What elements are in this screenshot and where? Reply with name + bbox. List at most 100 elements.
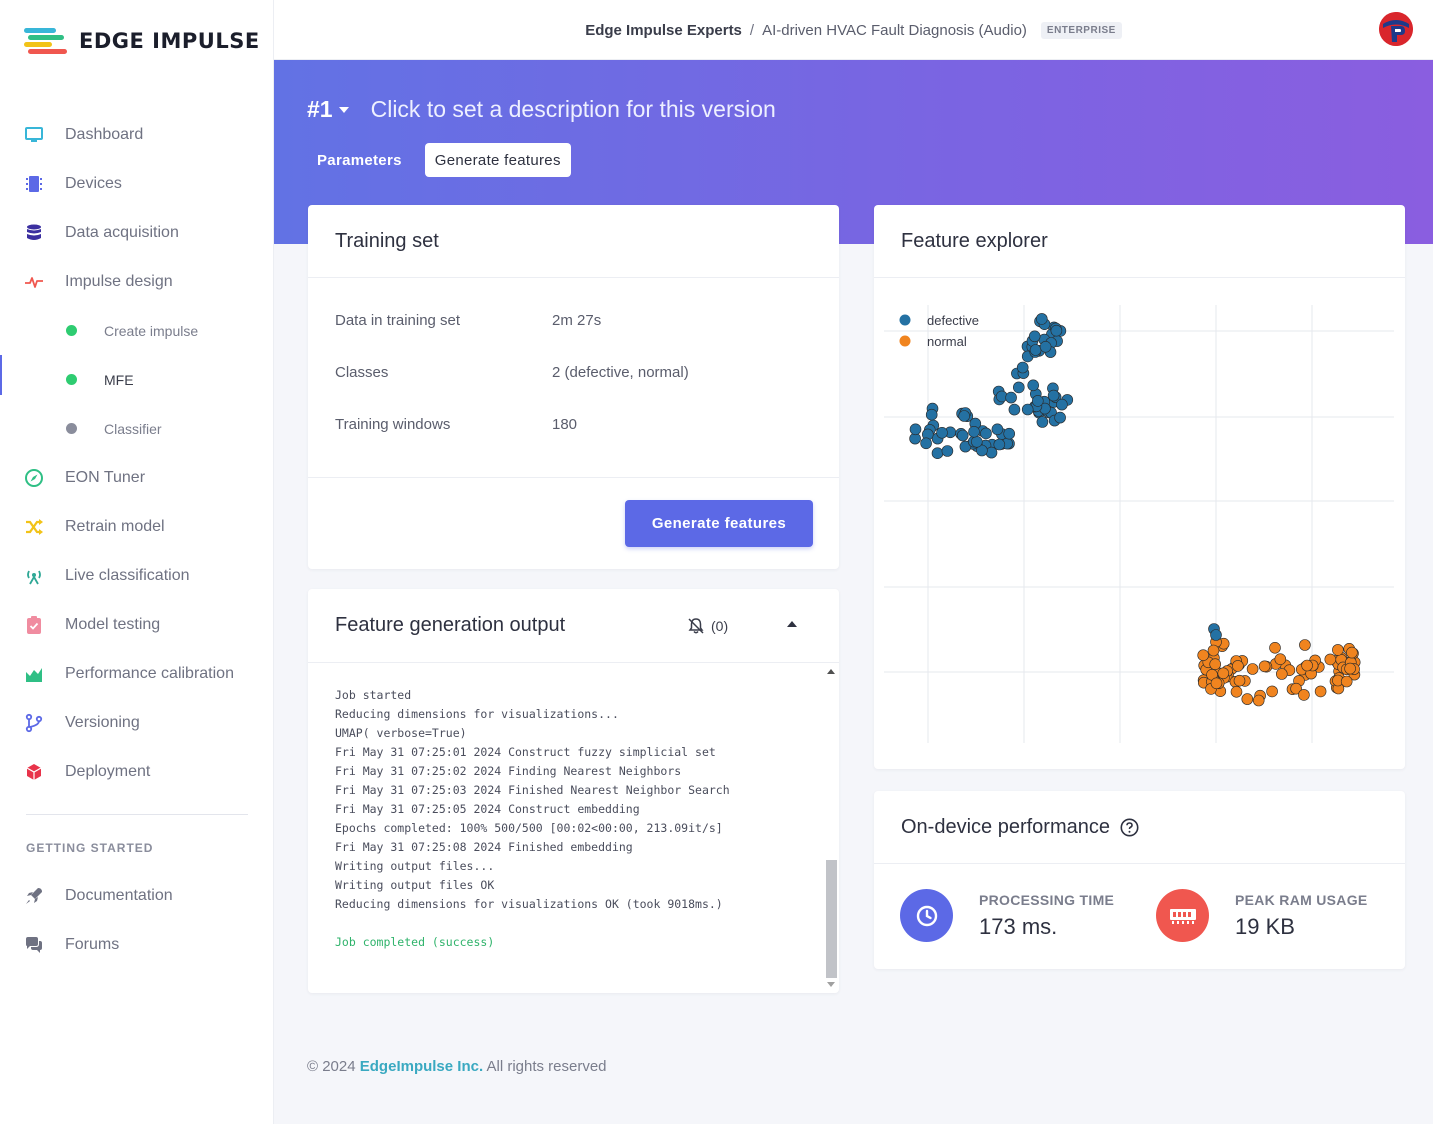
sidebar-item-dashboard[interactable]: Dashboard xyxy=(0,110,274,159)
sidebar-item-forums[interactable]: Forums xyxy=(0,920,274,969)
scatter-point-defective[interactable] xyxy=(958,410,970,422)
sidebar-subitem-mfe[interactable]: MFE xyxy=(0,355,274,404)
scatter-point-defective[interactable] xyxy=(931,447,944,459)
scatter-point-normal[interactable] xyxy=(1232,660,1244,672)
scatter-point-defective[interactable] xyxy=(1047,389,1060,402)
scatter-point-normal[interactable] xyxy=(1346,646,1358,659)
sidebar-item-model-testing[interactable]: Model testing xyxy=(0,600,274,649)
scatter-point-defective[interactable] xyxy=(1029,344,1042,356)
kv-key: Training windows xyxy=(335,415,451,433)
generate-features-button[interactable]: Generate features xyxy=(625,500,813,547)
collapse-caret-icon[interactable] xyxy=(787,621,797,627)
scatter-point-normal[interactable] xyxy=(1217,667,1230,680)
scatter-point-normal[interactable] xyxy=(1299,639,1311,651)
scatter-point-defective[interactable] xyxy=(1027,379,1039,392)
processing-time-value: 173 ms. xyxy=(979,913,1058,939)
scatter-point-normal[interactable] xyxy=(1314,685,1327,698)
scatter-point-normal[interactable] xyxy=(1340,675,1353,688)
company-link[interactable]: EdgeImpulse Inc. xyxy=(360,1058,483,1075)
sidebar-item-performance-calibration[interactable]: Performance calibration xyxy=(0,649,274,698)
log-output: Job started Reducing dimensions for visua… xyxy=(308,664,823,994)
breadcrumb: Edge Impulse Experts / AI-driven HVAC Fa… xyxy=(274,0,1433,60)
user-avatar[interactable] xyxy=(1379,12,1413,46)
breadcrumb-owner[interactable]: Edge Impulse Experts xyxy=(585,22,742,39)
scatter-point-defective[interactable] xyxy=(980,427,992,440)
scatter-point-defective[interactable] xyxy=(1013,381,1025,394)
scatter-point-defective[interactable] xyxy=(991,423,1004,436)
scatter-point-defective[interactable] xyxy=(925,408,938,421)
scatter-point-defective[interactable] xyxy=(956,429,969,442)
scatter-point-normal[interactable] xyxy=(1258,660,1271,673)
scatter-point-normal[interactable] xyxy=(1269,641,1281,654)
scatter-point-defective[interactable] xyxy=(1003,427,1015,440)
scatter-point-defective[interactable] xyxy=(1028,330,1041,343)
sidebar-item-eon-tuner[interactable]: EON Tuner xyxy=(0,453,274,502)
notifications-toggle[interactable]: (0) xyxy=(687,617,728,635)
scatter-point-defective[interactable] xyxy=(1054,411,1066,424)
scatter-point-defective[interactable] xyxy=(1210,629,1222,641)
scatter-point-defective[interactable] xyxy=(985,446,998,459)
sidebar-subitem-create-impulse[interactable]: Create impulse xyxy=(0,306,274,355)
scatter-point-defective[interactable] xyxy=(1039,341,1052,353)
tab-parameters[interactable]: Parameters xyxy=(307,143,412,177)
scatter-point-normal[interactable] xyxy=(1230,685,1243,698)
sidebar-item-retrain-model[interactable]: Retrain model xyxy=(0,502,274,551)
caret-down-icon xyxy=(338,106,349,113)
scatter-point-normal[interactable] xyxy=(1324,653,1337,666)
sidebar-subitem-classifier[interactable]: Classifier xyxy=(0,404,274,453)
scatter-point-defective[interactable] xyxy=(1056,398,1068,411)
legend-item-defective[interactable]: defective xyxy=(899,313,980,328)
version-selector[interactable]: #1 xyxy=(307,96,349,123)
log-scrollbar[interactable] xyxy=(824,664,838,994)
scatter-point-defective[interactable] xyxy=(1036,313,1048,325)
sidebar-item-devices[interactable]: Devices xyxy=(0,159,274,208)
legend-item-normal[interactable]: normal xyxy=(899,334,967,349)
scroll-up-icon[interactable] xyxy=(827,669,835,674)
scatter-point-normal[interactable] xyxy=(1344,662,1356,675)
scatter-point-normal[interactable] xyxy=(1332,644,1344,656)
scatter-point-normal[interactable] xyxy=(1241,693,1254,705)
sidebar-item-impulse-design[interactable]: Impulse design xyxy=(0,257,274,306)
scroll-down-icon[interactable] xyxy=(827,982,835,987)
scatter-point-normal[interactable] xyxy=(1274,653,1287,666)
scatter-point-defective[interactable] xyxy=(941,445,954,457)
kv-row: Classes 2 (defective, normal) xyxy=(308,346,839,398)
scatter-point-normal[interactable] xyxy=(1275,668,1288,680)
scatter-point-normal[interactable] xyxy=(1233,674,1246,687)
scatter-point-defective[interactable] xyxy=(909,423,922,436)
scatter-point-normal[interactable] xyxy=(1298,689,1310,701)
version-number: #1 xyxy=(307,96,333,122)
scatter-point-defective[interactable] xyxy=(971,436,983,448)
sidebar-item-deployment[interactable]: Deployment xyxy=(0,747,274,796)
scatter-point-defective[interactable] xyxy=(1036,416,1049,428)
help-icon[interactable] xyxy=(1120,818,1139,837)
scatter-point-normal[interactable] xyxy=(1210,677,1223,690)
scrollbar-thumb[interactable] xyxy=(826,860,837,978)
scatter-point-defective[interactable] xyxy=(1050,324,1063,337)
edge-impulse-logo[interactable]: EDGE IMPULSE xyxy=(24,26,260,56)
scatter-point-normal[interactable] xyxy=(1246,663,1259,675)
scatter-point-normal[interactable] xyxy=(1209,658,1222,671)
scatter-point-normal[interactable] xyxy=(1301,659,1313,672)
version-description[interactable]: Click to set a description for this vers… xyxy=(371,96,776,123)
scatter-point-defective[interactable] xyxy=(993,438,1006,451)
breadcrumb-project[interactable]: AI-driven HVAC Fault Diagnosis (Audio) xyxy=(762,22,1027,39)
scatter-point-defective[interactable] xyxy=(1008,403,1021,416)
scatter-point-defective[interactable] xyxy=(1016,361,1029,374)
scatter-point-defective[interactable] xyxy=(1005,391,1017,404)
scatter-point-normal[interactable] xyxy=(1207,644,1220,657)
scatter-point-defective[interactable] xyxy=(1032,395,1044,407)
tab-generate-features[interactable]: Generate features xyxy=(424,143,571,177)
scatter-point-defective[interactable] xyxy=(936,427,948,439)
scatter-point-defective[interactable] xyxy=(1021,403,1034,416)
sidebar-item-documentation[interactable]: Documentation xyxy=(0,871,274,920)
sidebar-item-live-classification[interactable]: Live classification xyxy=(0,551,274,600)
scatter-point-normal[interactable] xyxy=(1252,694,1265,707)
scatter-point-defective[interactable] xyxy=(968,426,980,438)
scatter-point-defective[interactable] xyxy=(920,437,932,450)
scatter-point-normal[interactable] xyxy=(1266,685,1278,698)
scatter-point-normal[interactable] xyxy=(1197,649,1210,662)
feature-explorer-scatter[interactable]: defective normal xyxy=(874,279,1405,769)
sidebar-item-data-acquisition[interactable]: Data acquisition xyxy=(0,208,274,257)
sidebar-item-versioning[interactable]: Versioning xyxy=(0,698,274,747)
